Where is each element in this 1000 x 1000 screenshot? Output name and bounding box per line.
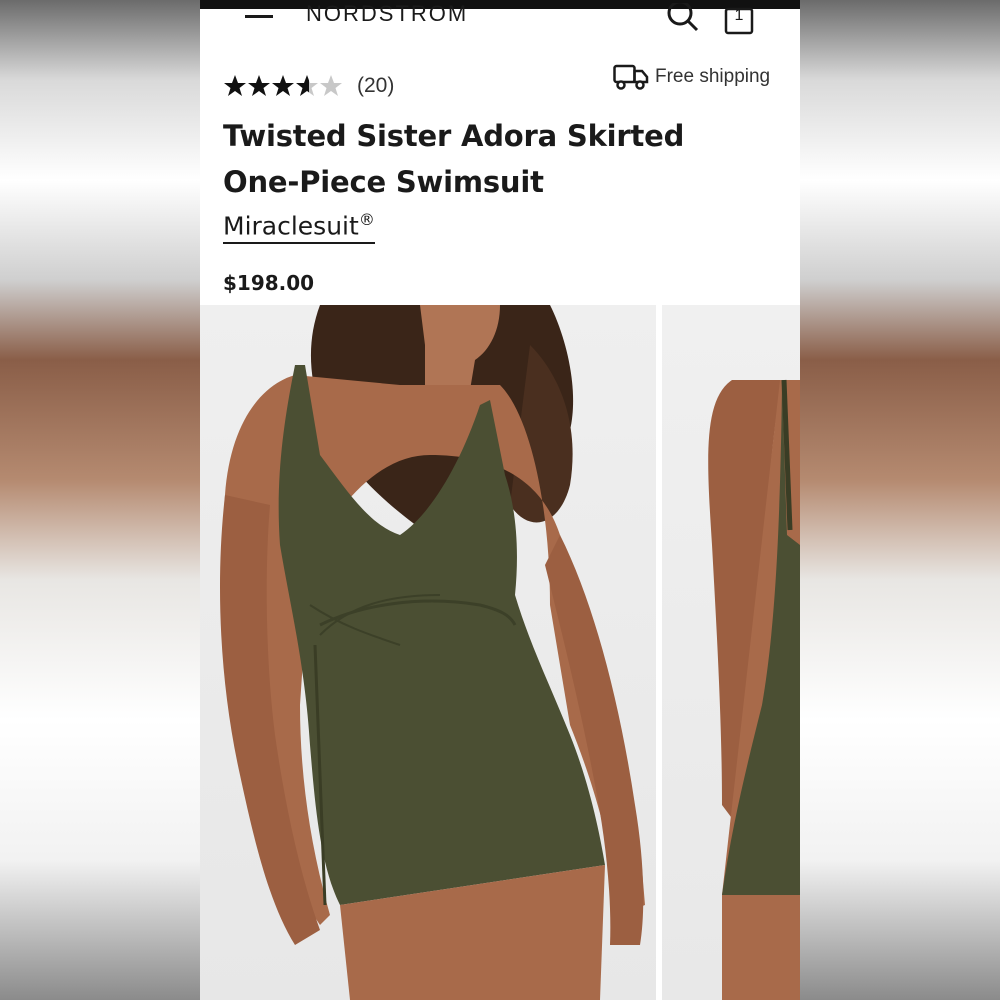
brand-name: Miraclesuit (223, 211, 359, 241)
product-title: Twisted Sister Adora Skirted One-Piece S… (223, 119, 685, 199)
review-count[interactable]: (20) (357, 74, 394, 98)
rating-stars[interactable]: (20) (223, 74, 394, 98)
truck-icon (613, 64, 649, 90)
registered-mark: ® (358, 210, 375, 229)
hamburger-icon[interactable] (245, 9, 275, 29)
product-image-carousel[interactable] (200, 305, 800, 1000)
product-photo-front[interactable] (200, 305, 656, 1000)
star-icon (272, 75, 294, 96)
free-shipping-badge: Free shipping (613, 63, 770, 91)
star-icon (248, 75, 270, 96)
status-bar (200, 0, 800, 9)
blurred-background-left (0, 0, 200, 1000)
phone-screen: NORDSTROM 1 (20) Free shipping Twisted S… (200, 0, 800, 1000)
app-header: NORDSTROM 1 (200, 0, 800, 35)
bag-count: 1 (734, 7, 744, 24)
product-price: $198.00 (223, 271, 315, 295)
free-shipping-label: Free shipping (655, 66, 771, 87)
star-icon (224, 75, 246, 96)
star-half-icon (296, 75, 318, 96)
search-icon[interactable] (666, 0, 700, 33)
shopping-bag-button[interactable]: 1 (724, 5, 756, 35)
brand-link[interactable]: Miraclesuit® (223, 210, 375, 245)
brand-logo[interactable]: NORDSTROM (306, 1, 468, 27)
product-photo-back[interactable] (662, 305, 800, 1000)
star-empty-icon (320, 75, 342, 96)
blurred-background-right (800, 0, 1000, 1000)
